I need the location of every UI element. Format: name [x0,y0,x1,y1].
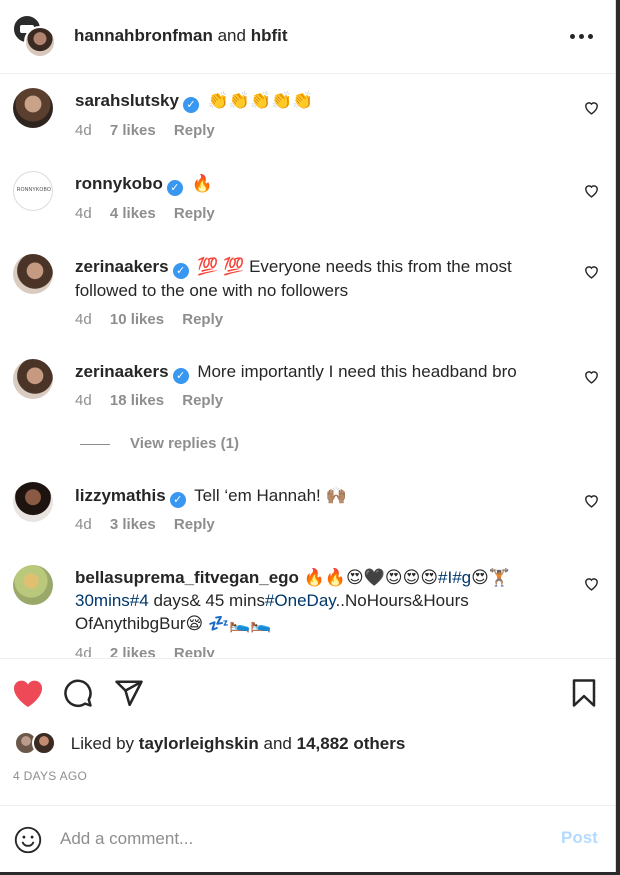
comment-age: 4d [75,645,92,657]
liked-by-avatars[interactable] [14,731,60,755]
comment-likes[interactable]: 3 likes [110,516,156,533]
post-header: hannahbronfman and hbfit [0,0,615,74]
liked-by-prefix: Liked by [70,734,135,753]
comment-username[interactable]: zerinaakers [75,257,169,276]
liked-by-and: and [263,734,292,753]
verified-badge-icon: ✓ [182,97,199,113]
reply-button[interactable]: Reply [174,645,215,657]
avatar[interactable] [13,482,53,522]
liked-by-others[interactable]: 14,882 others [297,734,406,753]
hashtag-link[interactable]: #OneDay [265,591,336,610]
comment-text: 👏👏👏👏👏 [207,91,314,110]
comment-text: More importantly I need this headband br… [197,362,517,381]
avatar[interactable] [13,88,53,128]
comment-text-part: 🔥🔥😍🖤😍😍😍 [303,568,439,587]
post-comments-panel: hannahbronfman and hbfit sarahslutsky ✓ 👏… [0,0,616,872]
reply-button[interactable]: Reply [174,205,215,222]
add-comment-bar: Post [0,805,615,872]
header-user2[interactable]: hbfit [251,26,288,45]
verified-badge-icon: ✓ [169,492,186,508]
view-replies-button[interactable]: View replies (1) [80,435,239,452]
comment-likes[interactable]: 2 likes [110,645,156,657]
reply-button[interactable]: Reply [174,516,215,533]
avatar[interactable] [13,359,53,399]
heart-icon[interactable] [583,99,600,116]
heart-icon[interactable] [583,492,600,509]
comment-text-part: 😍🏋🏽 [471,568,511,587]
hashtag-link[interactable]: #I#g [438,568,471,587]
comment-username[interactable]: lizzymathis [75,486,166,505]
comment-text: 🔥 [191,174,213,193]
collab-avatars[interactable] [12,14,56,58]
reply-button[interactable]: Reply [174,122,215,139]
comment-username[interactable]: zerinaakers [75,362,169,381]
comments-list[interactable]: sarahslutsky ✓ 👏👏👏👏👏 4d 7 likes Reply RON… [0,75,615,657]
verified-badge-icon: ✓ [172,368,189,384]
avatar[interactable] [32,731,56,755]
comment-text: Tell ‘em Hannah! 🙌🏽 [194,486,347,505]
comment-likes[interactable]: 7 likes [110,122,156,139]
comment-age: 4d [75,516,92,533]
comment-input[interactable] [60,824,540,854]
heart-icon[interactable] [583,263,600,280]
reply-button[interactable]: Reply [182,392,223,409]
comment-likes[interactable]: 18 likes [110,392,164,409]
verified-badge-icon: ✓ [166,180,183,196]
header-conjunction: and [217,26,246,45]
post-timestamp[interactable]: 4 DAYS AGO [13,769,87,783]
comment-likes[interactable]: 4 likes [110,205,156,222]
comment-username[interactable]: sarahslutsky [75,91,179,110]
liked-by-row: Liked by taylorleighskin and 14,882 othe… [14,731,405,755]
comment-text-part: days& 45 mins [148,591,265,610]
more-options-icon[interactable] [570,34,594,40]
share-icon[interactable] [114,678,144,708]
like-heart-filled-icon[interactable] [12,678,44,708]
avatar-hannahbronfman[interactable] [24,26,56,58]
hashtag-link[interactable]: 30mins#4 [75,591,149,610]
view-replies-label: View replies (1) [130,435,239,452]
save-bookmark-icon[interactable] [570,678,598,708]
comment-age: 4d [75,311,92,328]
reply-button[interactable]: Reply [182,311,223,328]
comment-username[interactable]: ronnykobo [75,174,163,193]
avatar-logo-text: RONNYKOBO [16,187,52,193]
comment-username[interactable]: bellasuprema_fitvegan_ego [75,568,299,587]
avatar[interactable] [13,254,53,294]
header-user1[interactable]: hannahbronfman [74,26,213,45]
liked-by-user[interactable]: taylorleighskin [139,734,259,753]
background-edge [616,0,620,875]
post-actions: Liked by taylorleighskin and 14,882 othe… [0,658,615,808]
comment-age: 4d [75,205,92,222]
post-button[interactable]: Post [561,828,598,848]
comment-icon[interactable] [63,678,93,708]
comment-age: 4d [75,122,92,139]
avatar[interactable]: RONNYKOBO [13,171,53,211]
verified-badge-icon: ✓ [172,263,189,279]
heart-icon[interactable] [583,575,600,592]
heart-icon[interactable] [583,368,600,385]
heart-icon[interactable] [583,182,600,199]
replies-divider [80,443,110,445]
header-usernames: hannahbronfman and hbfit [74,26,288,46]
emoji-icon[interactable] [14,826,42,854]
avatar[interactable] [13,565,53,605]
comment-likes[interactable]: 10 likes [110,311,164,328]
comment-age: 4d [75,392,92,409]
